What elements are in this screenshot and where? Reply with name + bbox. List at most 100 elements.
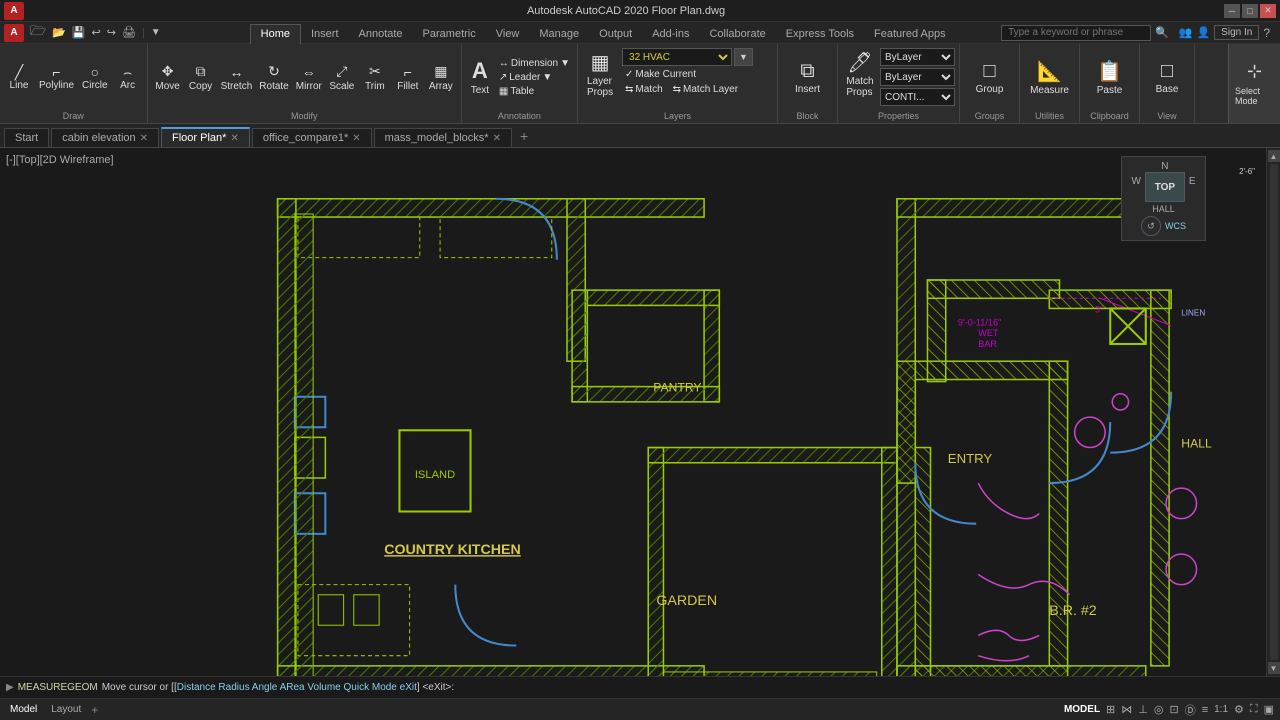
layer-more-btn[interactable]: ▼ — [734, 48, 753, 66]
restore-btn[interactable]: □ — [1242, 4, 1258, 18]
ribbon-group-draw: ╱ Line ⌐ Polyline ○ Circle ⌢ Arc Draw — [0, 44, 148, 123]
dimension-button[interactable]: ↔Dimension▼ — [496, 57, 573, 70]
osnap-btn[interactable]: ⊡ — [1169, 703, 1178, 716]
command-line: ▶ MEASUREGEOM Move cursor or [ [ Distanc… — [0, 676, 1280, 698]
top-cube-face[interactable]: TOP — [1145, 172, 1185, 202]
drawing-area[interactable]: [-][Top][2D Wireframe] — [0, 148, 1266, 676]
layer-dropdown[interactable]: 32 HVAC — [622, 48, 732, 66]
paste-button[interactable]: 📋Paste — [1094, 57, 1126, 98]
move-button[interactable]: ✥Move — [152, 61, 184, 94]
color-dropdown[interactable]: ByLayer — [880, 48, 955, 66]
tab-cabin-elevation[interactable]: cabin elevation✕ — [51, 128, 159, 147]
polyline-button[interactable]: ⌐ Polyline — [36, 63, 77, 93]
drawing-canvas: ISLAND — [0, 148, 1266, 676]
array-button[interactable]: ▦Array — [425, 61, 457, 94]
tab-annotate[interactable]: Annotate — [349, 24, 413, 44]
line-button[interactable]: ╱ Line — [4, 63, 34, 93]
lineweight-status-btn[interactable]: ≡ — [1202, 704, 1208, 716]
minimize-btn[interactable]: ─ — [1224, 4, 1240, 18]
insert-button[interactable]: ⧉Insert — [792, 58, 823, 97]
tab-featured[interactable]: Featured Apps — [864, 24, 956, 44]
leader-button[interactable]: ↗Leader▼ — [496, 71, 573, 84]
tab-start[interactable]: Start — [4, 128, 49, 147]
user-icon: 👤 — [1196, 26, 1210, 39]
title-bar: A Autodesk AutoCAD 2020 Floor Plan.dwg ─… — [0, 0, 1280, 22]
mirror-button[interactable]: ⇔Mirror — [293, 62, 325, 94]
anno-scale-btn[interactable]: 1:1 — [1214, 704, 1228, 715]
fillet-button[interactable]: ⌐Fillet — [392, 62, 424, 94]
match-properties-button[interactable]: 🖊MatchProps — [842, 48, 878, 100]
trim-button[interactable]: ✂Trim — [359, 61, 391, 94]
qat-dropdown[interactable]: ▼ — [149, 27, 163, 38]
layout-tab[interactable]: Layout — [47, 704, 85, 715]
match-layer-button[interactable]: ⇆Match Layer — [670, 83, 741, 96]
copy-button[interactable]: ⧉Copy — [185, 61, 217, 94]
lineweight-dropdown[interactable]: CONTI... — [880, 88, 955, 106]
circle-button[interactable]: ○ Circle — [79, 63, 111, 93]
clipboard-group-label: Clipboard — [1084, 109, 1135, 121]
model-tab[interactable]: Model — [6, 704, 41, 715]
nav-cube[interactable]: W N TOP E HALL ↺ WCS 2'-6" — [1121, 156, 1206, 241]
tab-mass-model[interactable]: mass_model_blocks*✕ — [374, 128, 512, 147]
qat-open[interactable]: 📂 — [50, 26, 68, 39]
modify-group-label: Modify — [152, 109, 457, 121]
annotation-group-label: Annotation — [466, 109, 573, 121]
qat-redo[interactable]: ↪ — [105, 26, 118, 39]
text-button[interactable]: AText — [466, 57, 494, 97]
tab-manage[interactable]: Manage — [529, 24, 589, 44]
ortho-btn[interactable]: ⊥ — [1138, 703, 1148, 716]
cmd-suffix: ] <eXit>: — [417, 682, 454, 693]
tab-office-compare[interactable]: office_compare1*✕ — [252, 128, 372, 147]
snap-btn[interactable]: ⋈ — [1121, 703, 1132, 716]
tab-addins[interactable]: Add-ins — [642, 24, 699, 44]
qat-save[interactable]: 💾 — [70, 26, 88, 39]
tab-insert[interactable]: Insert — [301, 24, 349, 44]
svg-text:PANTRY: PANTRY — [653, 381, 701, 395]
scale-button[interactable]: ⤢Scale — [326, 61, 358, 94]
tab-output[interactable]: Output — [589, 24, 642, 44]
tab-parametric[interactable]: Parametric — [413, 24, 486, 44]
qat-print[interactable]: 🖨 — [120, 26, 138, 39]
tab-home[interactable]: Home — [250, 24, 301, 44]
tab-express[interactable]: Express Tools — [776, 24, 864, 44]
group-button[interactable]: □Group — [973, 58, 1007, 97]
svg-text:HALL: HALL — [1181, 437, 1212, 451]
base-button[interactable]: □Base — [1153, 58, 1182, 97]
workspace-btn[interactable]: ⚙ — [1234, 703, 1244, 716]
fullscreen-btn[interactable]: ⛶ — [1250, 703, 1258, 716]
prop-panel-btn[interactable]: ▣ — [1264, 703, 1274, 716]
select-mode-button[interactable]: ⊹ Select Mode — [1228, 44, 1280, 123]
qat-undo[interactable]: ↩ — [90, 26, 103, 39]
rotate-button[interactable]: ↻Rotate — [256, 61, 291, 94]
measure-button[interactable]: 📐Measure — [1027, 57, 1072, 98]
command-input[interactable] — [458, 682, 1274, 693]
close-btn[interactable]: ✕ — [1260, 4, 1276, 18]
block-group-label: Block — [782, 109, 833, 121]
make-current-button[interactable]: ✓Make Current — [622, 68, 699, 81]
right-scrollbar[interactable]: ▲ ▼ — [1266, 148, 1280, 676]
search-input[interactable] — [1001, 25, 1151, 41]
tab-view[interactable]: View — [486, 24, 530, 44]
arc-button[interactable]: ⌢ Arc — [113, 63, 143, 93]
linetype-dropdown[interactable]: ByLayer — [880, 68, 955, 86]
scroll-down-btn[interactable]: ▼ — [1268, 662, 1280, 674]
add-tab-button[interactable]: + — [514, 125, 534, 147]
dynin-btn[interactable]: Ⓓ — [1185, 702, 1196, 718]
signin-button[interactable]: Sign In — [1214, 25, 1259, 40]
add-layout-btn[interactable]: + — [91, 703, 98, 717]
grid-btn[interactable]: ⊞ — [1106, 703, 1115, 716]
dimension-annotation: 2'-6" — [1239, 167, 1255, 176]
properties-group-label: Properties — [842, 109, 955, 121]
compass-circle: ↺ — [1141, 216, 1161, 236]
tab-floor-plan[interactable]: Floor Plan*✕ — [161, 127, 250, 147]
layer-properties-button[interactable]: ▦LayerProps — [582, 48, 618, 100]
qat-new[interactable]: 🗁 — [28, 22, 48, 44]
match-button[interactable]: ⇆Match — [622, 83, 666, 96]
window-controls: ─ □ ✕ — [1224, 4, 1276, 18]
polar-btn[interactable]: ◎ — [1154, 703, 1164, 716]
table-button[interactable]: ▦Table — [496, 85, 573, 98]
scroll-up-btn[interactable]: ▲ — [1268, 150, 1280, 162]
search-icon: 🔍 — [1155, 26, 1169, 39]
stretch-button[interactable]: ↔Stretch — [218, 62, 256, 94]
tab-collaborate[interactable]: Collaborate — [699, 24, 775, 44]
